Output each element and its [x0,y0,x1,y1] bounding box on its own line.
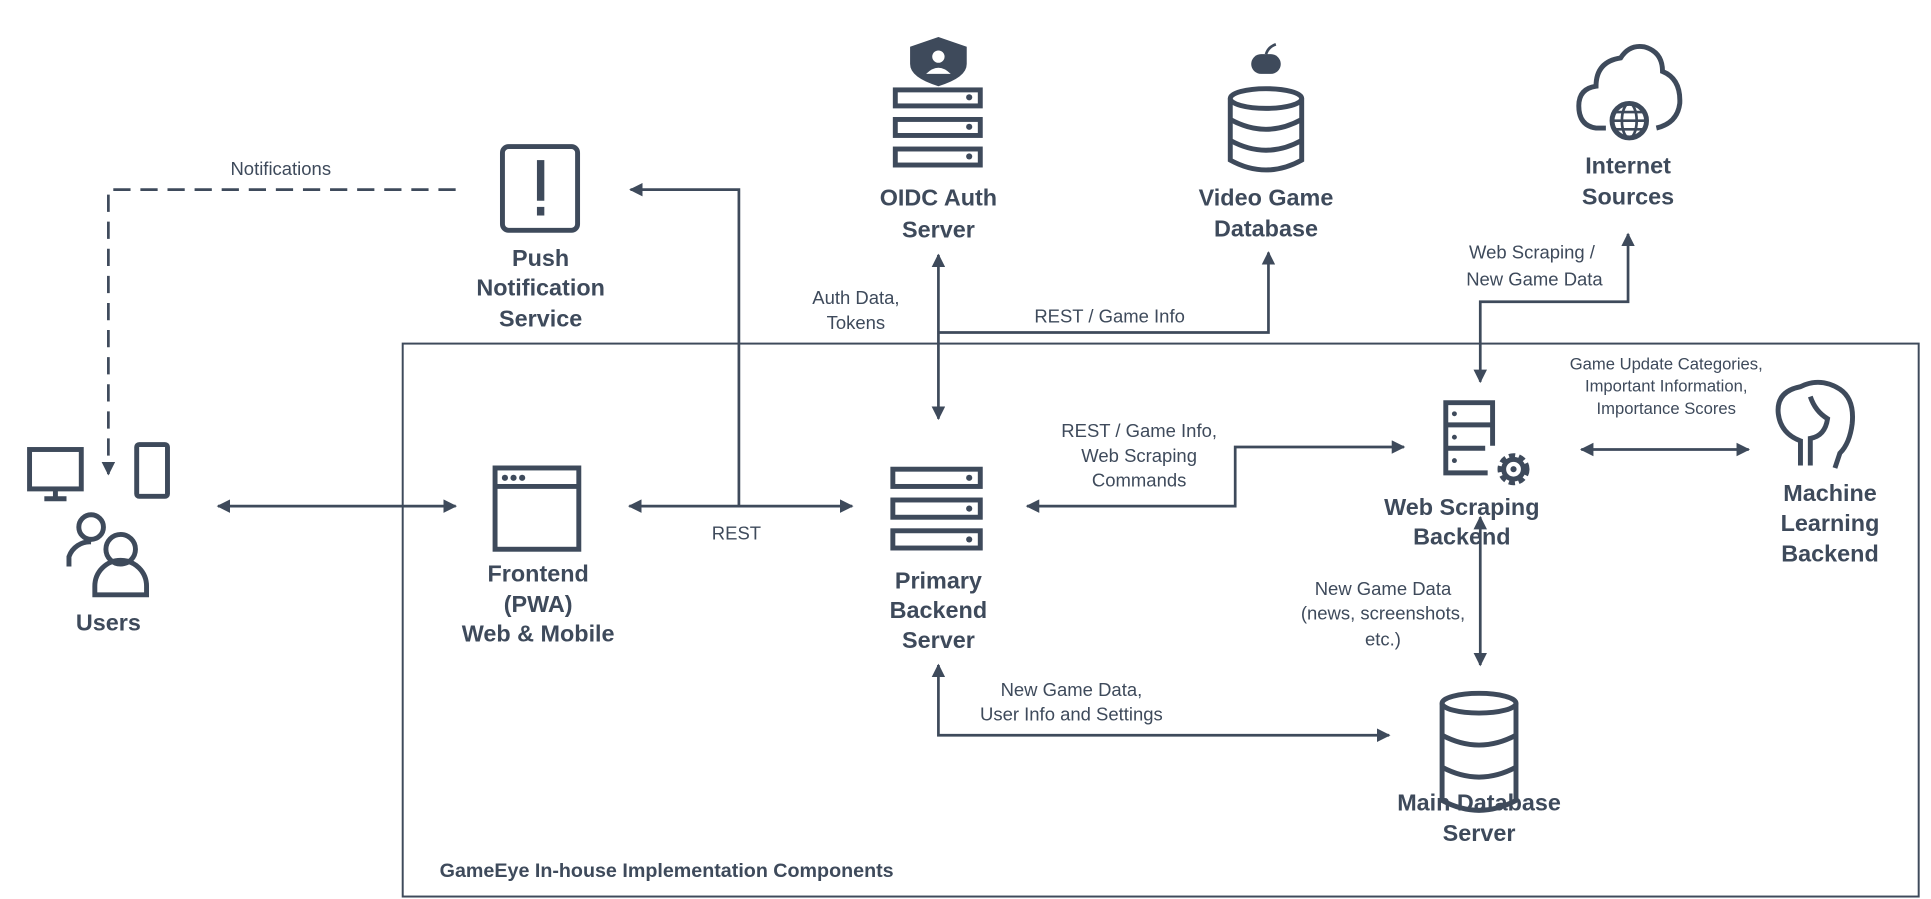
edge-label-auth: Tokens [827,312,886,333]
edge-label-web-scraping: Web Scraping / [1469,242,1596,263]
gamepad-database-icon [1227,43,1305,173]
node-frontend-label: Frontend [488,560,589,586]
edge-label-notifications: Notifications [230,158,331,179]
node-ml-label: Backend [1781,541,1878,567]
node-users-label: Users [76,610,141,636]
cloud-globe-icon [1576,43,1683,141]
brain-icon [1775,379,1855,469]
node-scraper-label: Backend [1413,523,1510,549]
edge-label-user-info: New Game Data, [1001,679,1143,700]
node-scraper-label: Web Scraping [1384,494,1539,520]
node-push-label: Notification [476,275,605,301]
node-internet-label: Internet [1585,153,1671,179]
node-internet-label: Sources [1582,183,1674,209]
edge-label-user-info: User Info and Settings [980,703,1163,724]
browser-window-icon [492,465,582,552]
node-ml-label: Learning [1781,510,1880,536]
edge-primary-to-push [629,182,741,507]
edge-label-new-game-data: (news, screenshots, [1301,602,1465,623]
node-maindb-label: Main Database [1397,789,1561,815]
edge-label-rest: REST [712,522,761,543]
users-devices-icon [27,442,170,598]
edge-label-scrape-cmds: REST / Game Info, [1061,420,1217,441]
edge-primary-maindb [931,663,1391,742]
node-primary-label: Primary [895,568,982,594]
node-videodb-label: Video Game [1199,185,1334,211]
node-videodb-label: Database [1214,215,1318,241]
edge-label-ml-data: Game Update Categories, [1570,354,1763,373]
alert-phone-icon [499,144,581,233]
node-ml-label: Machine [1783,480,1877,506]
node-frontend-label: Web & Mobile [462,621,615,647]
node-primary-label: Backend [890,597,987,623]
edge-label-new-game-data: New Game Data [1315,578,1452,599]
boundary-label: GameEye In-house Implementation Componen… [440,860,894,882]
node-push-label: Push [512,245,569,271]
node-frontend-label: (PWA) [504,591,573,617]
server-gear-icon [1443,400,1530,486]
server-icon [890,466,983,551]
edge-label-new-game-data: etc.) [1365,628,1401,649]
edge-label-rest-game-info: REST / Game Info [1034,306,1185,327]
node-push-label: Service [499,305,582,331]
architecture-diagram: GameEye In-house Implementation Componen… [27,36,1920,898]
edge-label-scrape-cmds: Web Scraping [1081,445,1197,466]
node-primary-label: Server [902,627,975,653]
edge-label-ml-data: Important Information, [1585,377,1747,396]
shield-server-icon [892,36,983,168]
node-oidc-label: OIDC Auth [880,185,997,211]
node-maindb-label: Server [1443,820,1516,846]
edge-label-scrape-cmds: Commands [1092,469,1186,490]
edge-label-auth: Auth Data, [812,287,899,308]
node-oidc-label: Server [902,217,975,243]
edge-label-ml-data: Importance Scores [1597,399,1736,418]
edge-label-web-scraping: New Game Data [1466,269,1603,290]
